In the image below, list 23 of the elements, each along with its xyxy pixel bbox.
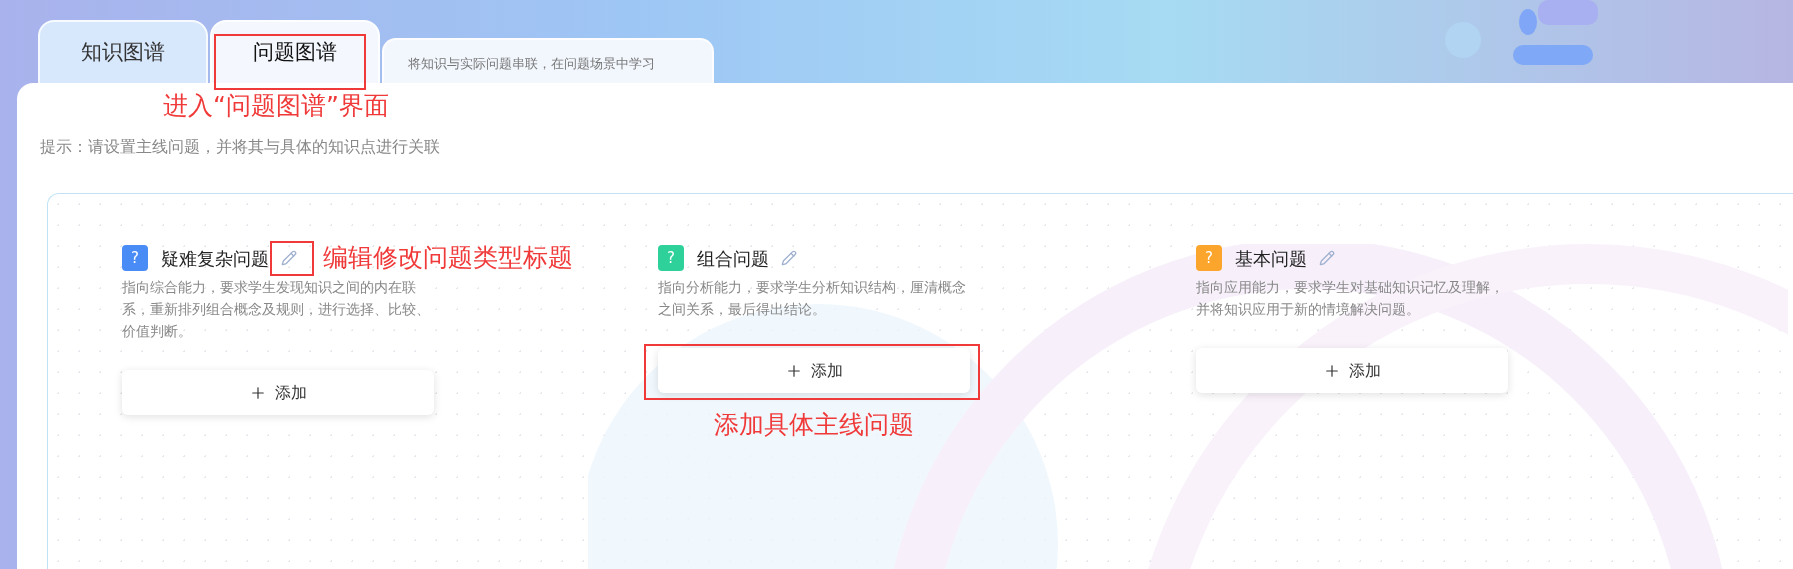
highlight-frame (270, 241, 314, 276)
category-title: 疑难复杂问题 (161, 246, 269, 271)
tab-caption: 将知识与实际问题串联，在问题场景中学习 (382, 38, 714, 83)
category-description: 指向应用能力，要求学生对基础知识记忆及理解，并将知识应用于新的情境解决问题。 (1196, 278, 1505, 319)
question-badge: ? (122, 245, 148, 271)
annotation-text: 编辑修改问题类型标题 (323, 242, 573, 275)
add-button[interactable]: 添加 (122, 370, 434, 415)
category-description: 指向分析能力，要求学生分析知识结构，厘清概念之间关系，最后得出结论。 (658, 278, 967, 319)
edit-icon[interactable] (281, 250, 297, 266)
tab[interactable]: 知识图谱 (38, 20, 208, 83)
category-description: 指向综合能力，要求学生发现知识之间的内在联系，重新排列组合概念及规则，进行选择、比较、价值判断。 (122, 278, 431, 341)
question-badge: ? (658, 245, 684, 271)
edit-icon[interactable] (781, 250, 797, 266)
annotation-text: 进入“问题图谱”界面 (163, 91, 389, 120)
category-title: 组合问题 (697, 246, 769, 271)
annotation-text: 添加具体主线问题 (714, 409, 914, 441)
add-button[interactable]: 添加 (658, 348, 970, 393)
edit-icon[interactable] (1319, 250, 1335, 266)
hint-text: 提示：请设置主线问题，并将其与具体的知识点进行关联 (40, 136, 441, 158)
question-badge: ? (1196, 245, 1222, 271)
tab[interactable]: 问题图谱 (210, 20, 380, 83)
category-title: 基本问题 (1235, 246, 1307, 271)
add-button[interactable]: 添加 (1196, 348, 1508, 393)
